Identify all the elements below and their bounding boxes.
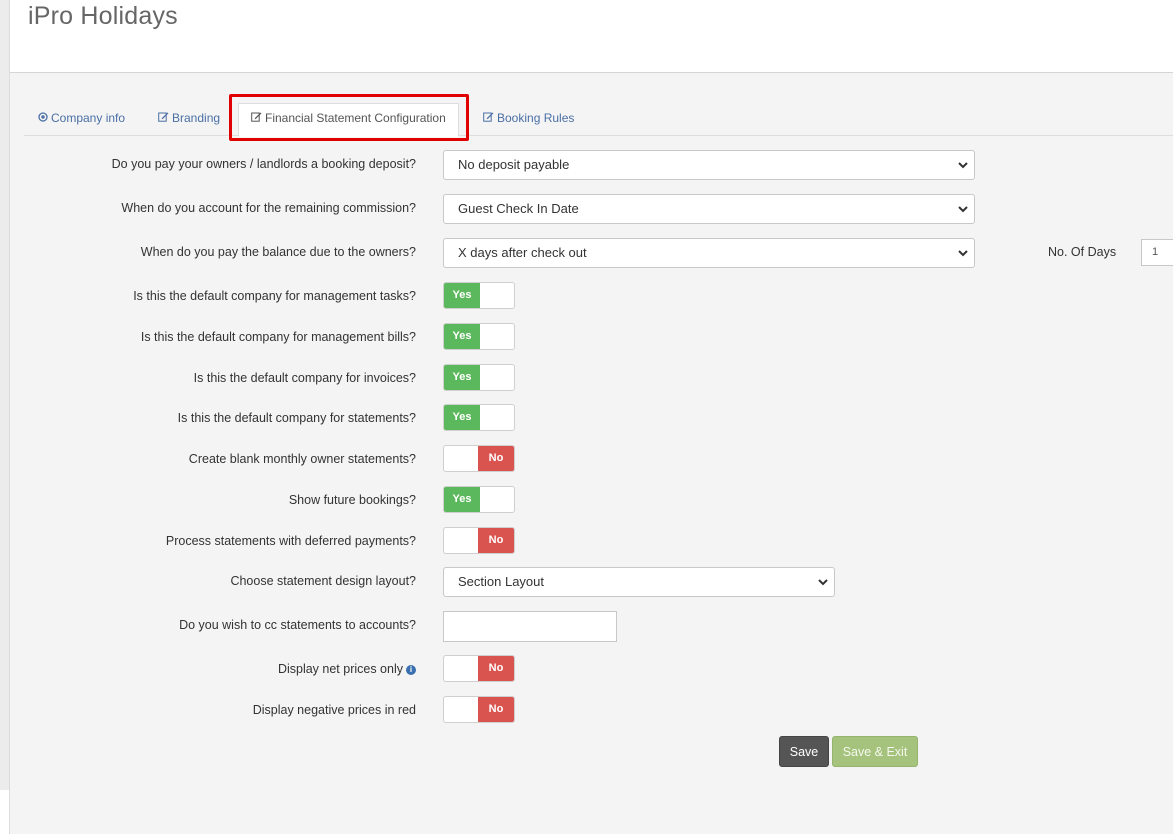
cc-statements-label: Do you wish to cc statements to accounts…: [179, 618, 416, 632]
invoices-toggle[interactable]: Yes: [443, 364, 515, 391]
balance-value: X days after check out: [458, 245, 587, 260]
toggle-state: Yes: [444, 487, 480, 512]
mgmt-tasks-label: Is this the default company for manageme…: [133, 289, 416, 303]
tab-branding[interactable]: Branding: [158, 106, 220, 134]
design-layout-select[interactable]: Section Layout: [443, 567, 835, 597]
balance-select[interactable]: X days after check out: [443, 238, 975, 268]
statements-toggle[interactable]: Yes: [443, 404, 515, 431]
toggle-state: No: [478, 697, 514, 722]
negative-red-toggle[interactable]: No: [443, 696, 515, 723]
edit-icon: [158, 107, 169, 131]
tab-bar: Company info Branding Financial Statemen…: [24, 98, 1173, 137]
balance-label: When do you pay the balance due to the o…: [140, 245, 416, 259]
chevron-down-icon: [958, 206, 968, 213]
tab-financial-statement-configuration[interactable]: Financial Statement Configuration: [238, 103, 459, 137]
future-bookings-toggle[interactable]: Yes: [443, 486, 515, 513]
future-bookings-label: Show future bookings?: [288, 493, 416, 507]
toggle-state: No: [478, 656, 514, 681]
cc-statements-input[interactable]: [443, 611, 617, 642]
net-prices-label-text: Display net prices only: [277, 662, 403, 676]
edit-icon: [251, 105, 262, 133]
design-layout-label: Choose statement design layout?: [230, 574, 416, 588]
commission-select[interactable]: Guest Check In Date: [443, 194, 975, 224]
target-circle-icon: [38, 107, 48, 131]
blank-statements-label: Create blank monthly owner statements?: [188, 452, 416, 466]
deposit-select[interactable]: No deposit payable: [443, 150, 975, 180]
info-icon[interactable]: i: [406, 665, 416, 675]
save-button[interactable]: Save: [779, 736, 829, 767]
net-prices-toggle[interactable]: No: [443, 655, 515, 682]
commission-label: When do you account for the remaining co…: [121, 201, 416, 215]
mgmt-tasks-toggle[interactable]: Yes: [443, 282, 515, 309]
net-prices-label: Display net prices only i: [278, 662, 416, 676]
tab-label: Financial Statement Configuration: [265, 111, 446, 125]
chevron-down-icon: [958, 162, 968, 169]
toggle-state: Yes: [444, 405, 480, 430]
toggle-state: Yes: [444, 365, 480, 390]
chevron-down-icon: [818, 579, 828, 586]
edit-icon: [483, 107, 494, 131]
left-rail-gap: [0, 790, 10, 834]
toggle-state: Yes: [444, 324, 480, 349]
blank-statements-toggle[interactable]: No: [443, 445, 515, 472]
deposit-label: Do you pay your owners / landlords a boo…: [111, 157, 416, 171]
statements-label: Is this the default company for statemen…: [177, 411, 416, 425]
mgmt-bills-label: Is this the default company for manageme…: [140, 330, 416, 344]
tab-label: Branding: [172, 111, 221, 125]
negative-red-label: Display negative prices in red: [252, 703, 416, 717]
toggle-state: No: [478, 528, 514, 553]
page-title: iPro Holidays: [28, 2, 178, 30]
toggle-state: Yes: [444, 283, 480, 308]
chevron-down-icon: [958, 250, 968, 257]
tab-label: Company info: [51, 111, 126, 125]
design-layout-value: Section Layout: [458, 574, 545, 589]
mgmt-bills-toggle[interactable]: Yes: [443, 323, 515, 350]
save-and-exit-button[interactable]: Save & Exit: [832, 736, 918, 767]
tab-label: Booking Rules: [497, 111, 575, 125]
left-rail: [0, 0, 10, 834]
invoices-label: Is this the default company for invoices…: [193, 371, 416, 385]
deposit-value: No deposit payable: [458, 157, 570, 172]
deferred-toggle[interactable]: No: [443, 527, 515, 554]
toggle-state: No: [478, 446, 514, 471]
tab-booking-rules[interactable]: Booking Rules: [483, 106, 574, 134]
deferred-label: Process statements with deferred payment…: [165, 534, 416, 548]
commission-value: Guest Check In Date: [458, 201, 579, 216]
tab-company-info[interactable]: Company info: [38, 106, 125, 134]
days-input[interactable]: 1: [1141, 239, 1173, 266]
page-header: iPro Holidays: [10, 0, 1173, 73]
days-label: No. Of Days: [1048, 245, 1117, 259]
